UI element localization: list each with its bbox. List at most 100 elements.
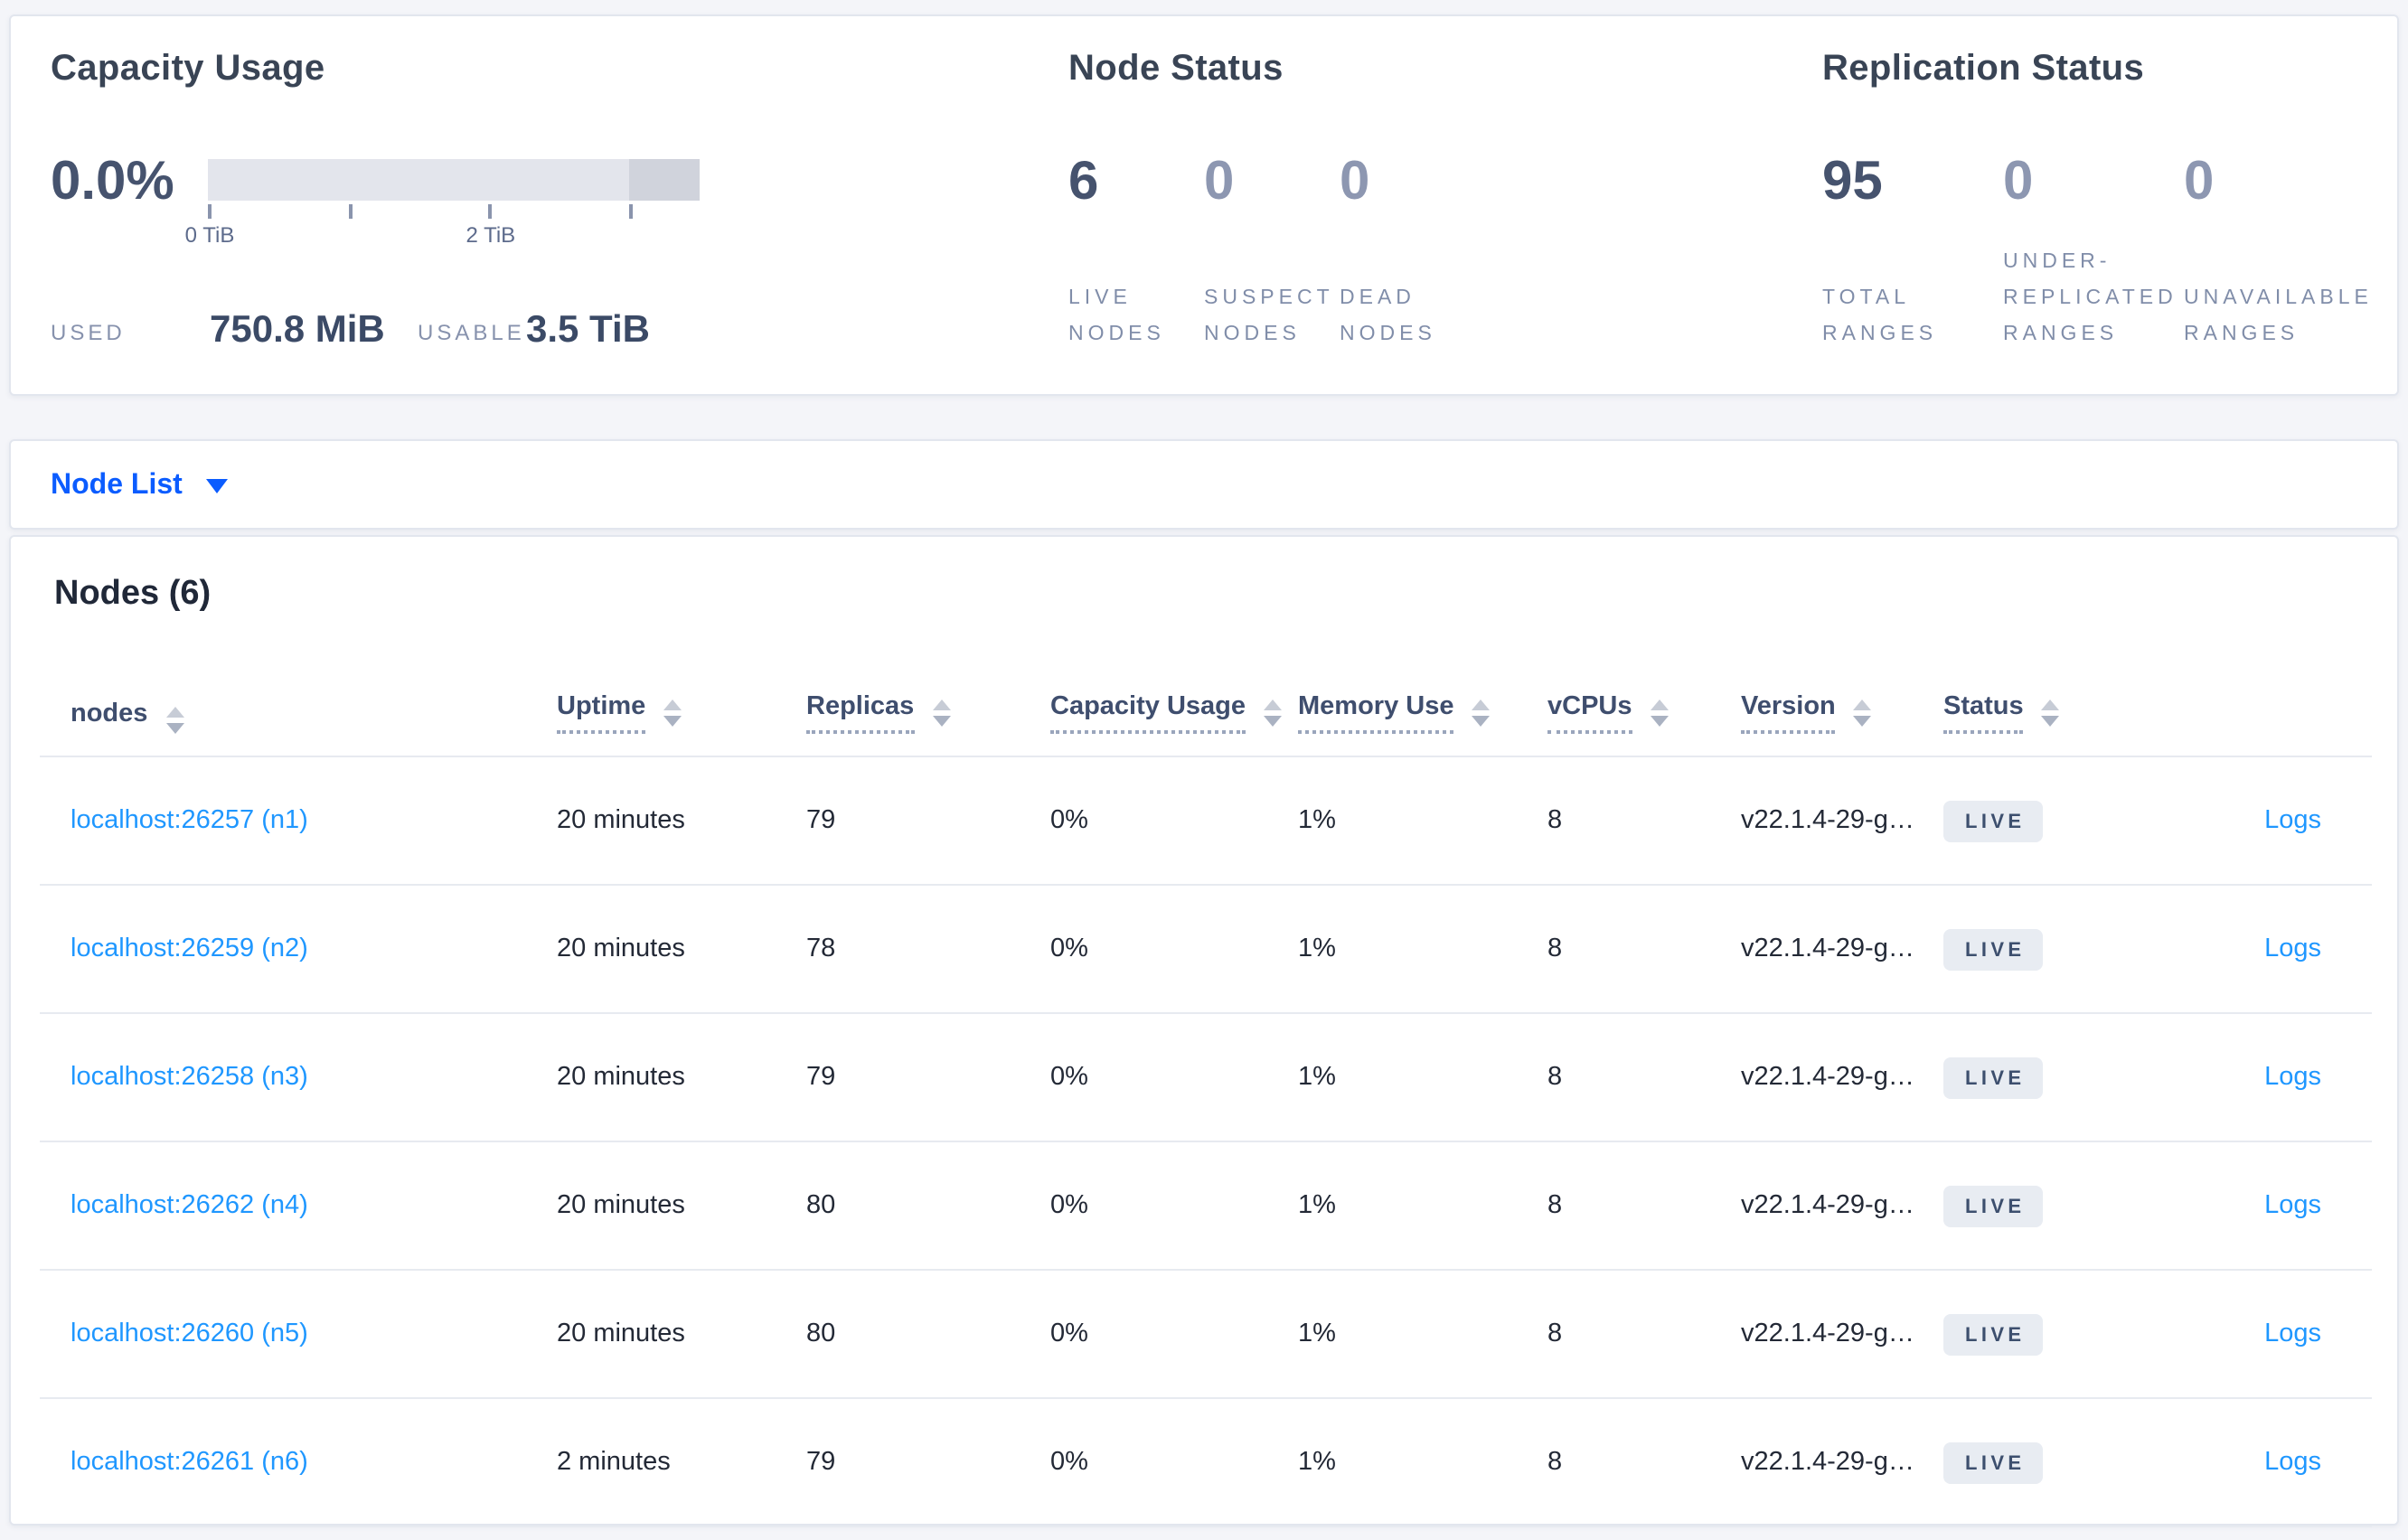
column-header-Capacity Usage[interactable]: Capacity Usage [1050, 618, 1298, 757]
column-header-vCPUs[interactable]: vCPUs [1547, 618, 1741, 757]
column-header-label: Memory Use [1298, 692, 1454, 734]
node-address-link[interactable]: localhost:26261 (n6) [71, 1448, 308, 1477]
vcpus-cell: 8 [1547, 756, 1741, 886]
node-address-cell: localhost:26262 (n4) [40, 1141, 557, 1271]
vcpus-cell: 8 [1547, 1270, 1741, 1399]
node-address-link[interactable]: localhost:26258 (n3) [71, 1063, 308, 1092]
vcpus-cell: 8 [1547, 885, 1741, 1014]
node-address-cell: localhost:26258 (n3) [40, 1013, 557, 1142]
status-cell: LIVE [1943, 885, 2146, 1014]
sort-down-icon [1853, 716, 1872, 727]
status-badge: LIVE [1943, 1441, 2044, 1483]
column-header-Version[interactable]: Version [1741, 618, 1943, 757]
stat-label: SUSPECT NODES [1204, 287, 1334, 345]
memory-use-cell: 1% [1298, 1141, 1547, 1271]
view-selector-card: Node List [9, 439, 2399, 530]
node-address-link[interactable]: localhost:26259 (n2) [71, 934, 308, 963]
column-header-label: Capacity Usage [1050, 692, 1246, 734]
column-header-label: Replicas [806, 692, 915, 734]
logs-link[interactable]: Logs [2264, 806, 2321, 835]
node-address-link[interactable]: localhost:26260 (n5) [71, 1319, 308, 1348]
capacity-usage-cell: 0% [1050, 1141, 1298, 1271]
memory-use-cell: 1% [1298, 885, 1547, 1014]
stat-value: 0 [2003, 152, 2034, 211]
stat-label: UNDER- REPLICATED RANGES [2003, 251, 2178, 345]
sort-down-icon [165, 723, 184, 734]
version-cell: v22.1.4-29-g… [1741, 1398, 1943, 1527]
stat-column: 0 SUSPECT NODES [1204, 16, 1340, 394]
table-row: localhost:26258 (n3) 20 minutes 79 0% 1% 8 v22… [40, 1013, 2372, 1142]
column-header-Status[interactable]: Status [1943, 618, 2146, 757]
node-address-cell: localhost:26260 (n5) [40, 1270, 557, 1399]
logs-cell: Logs [2146, 885, 2372, 1014]
node-address-link[interactable]: localhost:26262 (n4) [71, 1191, 308, 1220]
column-header-nodes[interactable]: nodes [40, 618, 557, 757]
status-badge: LIVE [1943, 928, 2044, 970]
sort-down-icon [1650, 716, 1669, 727]
stat-column: 95 TOTAL RANGES [1822, 16, 2003, 394]
sort-down-icon [663, 716, 682, 727]
logs-link[interactable]: Logs [2264, 1191, 2321, 1220]
replication-status-stats: 95 TOTAL RANGES 0 UNDER- REPLICATED RANGES 0… [1822, 16, 2368, 394]
column-header-Memory Use[interactable]: Memory Use [1298, 618, 1547, 757]
capacity-usage-cell: 0% [1050, 756, 1298, 886]
logs-link[interactable]: Logs [2264, 1319, 2321, 1348]
stat-label: TOTAL RANGES [1822, 287, 1938, 345]
replicas-cell: 79 [806, 1398, 1050, 1527]
node-address-link[interactable]: localhost:26257 (n1) [71, 806, 308, 835]
version-cell: v22.1.4-29-g… [1741, 1013, 1943, 1142]
status-cell: LIVE [1943, 1398, 2146, 1527]
uptime-cell: 20 minutes [557, 1141, 806, 1271]
stat-value: 6 [1068, 152, 1099, 211]
replicas-cell: 80 [806, 1270, 1050, 1399]
stat-label: LIVE NODES [1068, 287, 1165, 345]
axis-tick-label: 2 TiB [466, 222, 516, 248]
table-row: localhost:26261 (n6) 2 minutes 79 0% 1% 8 v22.… [40, 1398, 2372, 1527]
sort-up-icon [1472, 700, 1491, 710]
usable-label: USABLE [418, 320, 525, 345]
logs-link[interactable]: Logs [2264, 1448, 2321, 1477]
version-cell: v22.1.4-29-g… [1741, 885, 1943, 1014]
column-header-label: vCPUs [1547, 692, 1632, 734]
logs-link[interactable]: Logs [2264, 934, 2321, 963]
node-list-dropdown[interactable]: Node List [51, 441, 228, 531]
column-header-Uptime[interactable]: Uptime [557, 618, 806, 757]
sort-arrows-icon [1472, 700, 1491, 727]
memory-use-cell: 1% [1298, 1013, 1547, 1142]
logs-cell: Logs [2146, 756, 2372, 886]
logs-cell: Logs [2146, 1270, 2372, 1399]
axis-tick-label: 0 TiB [184, 222, 235, 248]
axis-tick [488, 204, 493, 219]
column-header-Replicas[interactable]: Replicas [806, 618, 1050, 757]
chevron-down-icon [205, 479, 228, 493]
status-badge: LIVE [1943, 1313, 2044, 1355]
sort-arrows-icon [1853, 700, 1872, 727]
sort-down-icon [2041, 716, 2060, 727]
used-value: 750.8 MiB [210, 309, 385, 351]
status-badge: LIVE [1943, 1185, 2044, 1226]
node-address-cell: localhost:26261 (n6) [40, 1398, 557, 1527]
sort-up-icon [663, 700, 682, 710]
replicas-cell: 79 [806, 756, 1050, 886]
sort-arrows-icon [1264, 700, 1282, 727]
status-cell: LIVE [1943, 1270, 2146, 1399]
table-row: localhost:26260 (n5) 20 minutes 80 0% 1% 8 v22… [40, 1270, 2372, 1399]
sort-down-icon [1264, 716, 1282, 727]
capacity-usage-cell: 0% [1050, 1398, 1298, 1527]
column-header-label: Version [1741, 692, 1836, 734]
logs-link[interactable]: Logs [2264, 1063, 2321, 1092]
uptime-cell: 20 minutes [557, 1270, 806, 1399]
column-header-label: Uptime [557, 692, 646, 734]
status-cell: LIVE [1943, 1141, 2146, 1271]
sort-up-icon [932, 700, 951, 710]
stat-label: DEAD NODES [1340, 287, 1436, 345]
capacity-usage-cell: 0% [1050, 1270, 1298, 1399]
sort-up-icon [2041, 700, 2060, 710]
capacity-bar-chart [208, 159, 700, 201]
uptime-cell: 20 minutes [557, 885, 806, 1014]
uptime-cell: 20 minutes [557, 756, 806, 886]
node-status-section: Node Status 6 LIVE NODES 0 SUSPECT NODES 0 DE… [1059, 16, 1638, 394]
vcpus-cell: 8 [1547, 1141, 1741, 1271]
capacity-usage-cell: 0% [1050, 885, 1298, 1014]
sort-down-icon [1472, 716, 1491, 727]
